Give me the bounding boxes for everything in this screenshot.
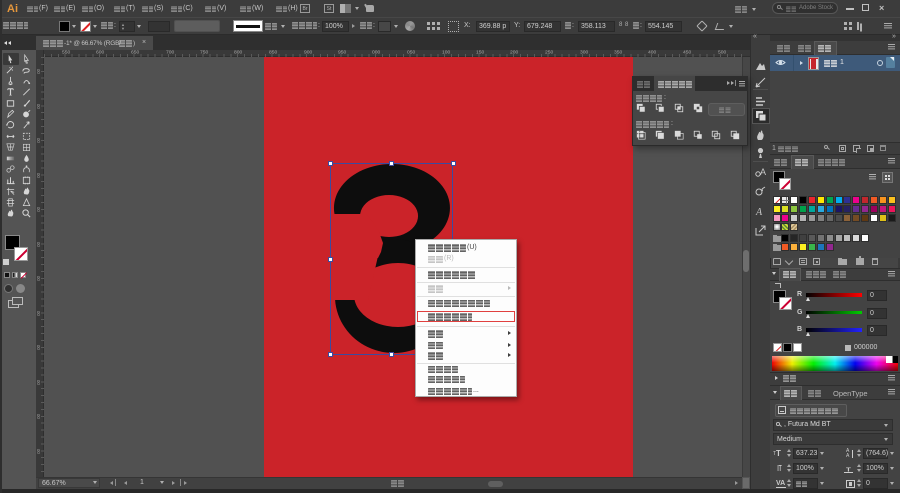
svg-text:A: A bbox=[760, 167, 766, 177]
svg-text:A: A bbox=[755, 207, 763, 218]
